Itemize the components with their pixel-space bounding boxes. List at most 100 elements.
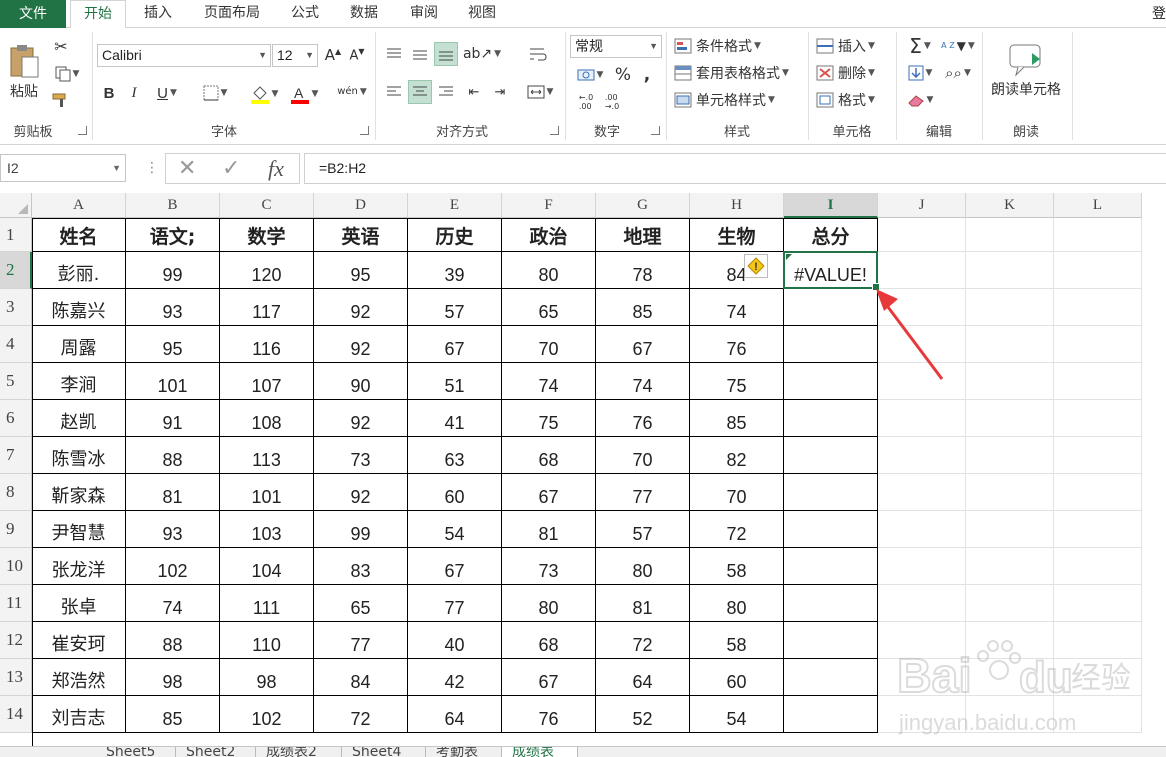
file-tab[interactable]: 文件 [0,0,66,28]
column-header-e[interactable]: E [408,193,502,218]
cell-b11[interactable]: 74 [126,585,220,622]
cell-l13[interactable] [1054,659,1142,696]
cell-j10[interactable] [878,548,966,585]
cell-l11[interactable] [1054,585,1142,622]
cancel-icon[interactable]: ✕ [178,156,196,181]
italic-button[interactable]: I [124,82,144,104]
tab-home[interactable]: 开始 [70,0,126,29]
cell-l6[interactable] [1054,400,1142,437]
cell-k1[interactable] [966,218,1054,252]
font-size-select[interactable]: 12 ▼ [272,44,318,67]
cell-j6[interactable] [878,400,966,437]
increase-indent-button[interactable]: ⇥ [488,80,512,104]
decrease-indent-button[interactable]: ⇤ [462,80,486,104]
read-cells-button[interactable]: 朗读单元格 [986,38,1066,104]
cell-g12[interactable]: 72 [596,622,690,659]
row-header-2[interactable]: 2 [0,252,32,289]
cell-i10[interactable] [784,548,878,585]
cell-d5[interactable]: 90 [314,363,408,400]
cell-j11[interactable] [878,585,966,622]
cell-k7[interactable] [966,437,1054,474]
cell-g9[interactable]: 57 [596,511,690,548]
autosum-button[interactable]: Σ ▼ [902,34,938,58]
cell-k4[interactable] [966,326,1054,363]
cell-l14[interactable] [1054,696,1142,733]
cell-c4[interactable]: 116 [220,326,314,363]
wrap-text-button[interactable] [526,42,550,66]
cell-e8[interactable]: 60 [408,474,502,511]
column-header-b[interactable]: B [126,193,220,218]
row-header-10[interactable]: 10 [0,548,32,585]
cell-f14[interactable]: 76 [502,696,596,733]
cell-c5[interactable]: 107 [220,363,314,400]
shrink-font-button[interactable]: A▼ [346,44,368,66]
cell-i9[interactable] [784,511,878,548]
borders-button[interactable]: ▼ [198,82,232,104]
cell-h8[interactable]: 70 [690,474,784,511]
cell-c8[interactable]: 101 [220,474,314,511]
cell-c14[interactable]: 102 [220,696,314,733]
cell-l12[interactable] [1054,622,1142,659]
cell-f5[interactable]: 74 [502,363,596,400]
cell-i14[interactable] [784,696,878,733]
cell-f13[interactable]: 67 [502,659,596,696]
header-cell[interactable]: 姓名 [32,218,126,252]
decrease-decimal-button[interactable]: .00 →.0 [600,90,624,114]
cell-e4[interactable]: 67 [408,326,502,363]
cell-e13[interactable]: 42 [408,659,502,696]
cell-b7[interactable]: 88 [126,437,220,474]
cell-i12[interactable] [784,622,878,659]
grow-font-button[interactable]: A▲ [322,44,344,66]
copy-button[interactable]: ▼ [50,64,84,84]
header-cell[interactable]: 语文; [126,218,220,252]
cell-d10[interactable]: 83 [314,548,408,585]
row-header-4[interactable]: 4 [0,326,32,363]
row-header-1[interactable]: 1 [0,218,32,252]
column-header-a[interactable]: A [32,193,126,218]
select-all-button[interactable] [0,193,32,218]
cell-i11[interactable] [784,585,878,622]
column-header-c[interactable]: C [220,193,314,218]
font-color-button[interactable]: A ▼ [286,82,322,106]
row-header-9[interactable]: 9 [0,511,32,548]
cell-d14[interactable]: 72 [314,696,408,733]
row-header-7[interactable]: 7 [0,437,32,474]
cell-d2[interactable]: 95 [314,252,408,289]
header-cell[interactable]: 地理 [596,218,690,252]
cell-b13[interactable]: 98 [126,659,220,696]
header-cell[interactable]: 政治 [502,218,596,252]
cell-g13[interactable]: 64 [596,659,690,696]
format-painter-button[interactable] [50,90,72,110]
column-header-g[interactable]: G [596,193,690,218]
cell-f7[interactable]: 68 [502,437,596,474]
cell-i13[interactable] [784,659,878,696]
cell-f8[interactable]: 67 [502,474,596,511]
header-cell[interactable]: 生物 [690,218,784,252]
cell-a4[interactable]: 周露 [32,326,126,363]
row-header-6[interactable]: 6 [0,400,32,437]
cell-g10[interactable]: 80 [596,548,690,585]
cell-b12[interactable]: 88 [126,622,220,659]
cell-k10[interactable] [966,548,1054,585]
header-cell[interactable]: 英语 [314,218,408,252]
cell-a11[interactable]: 张卓 [32,585,126,622]
number-launcher-icon[interactable] [651,126,660,135]
row-header-8[interactable]: 8 [0,474,32,511]
cell-g5[interactable]: 74 [596,363,690,400]
cell-h9[interactable]: 72 [690,511,784,548]
cell-h7[interactable]: 82 [690,437,784,474]
cell-j7[interactable] [878,437,966,474]
increase-decimal-button[interactable]: ←.0.00 [574,90,598,114]
bold-button[interactable]: B [99,82,119,104]
error-warning-button[interactable]: ! [744,254,768,278]
column-header-h[interactable]: H [690,193,784,218]
cell-b9[interactable]: 93 [126,511,220,548]
cell-j9[interactable] [878,511,966,548]
cell-f4[interactable]: 70 [502,326,596,363]
cell-f9[interactable]: 81 [502,511,596,548]
login-link[interactable]: 登 [1152,0,1166,28]
insert-function-icon[interactable]: fx [268,156,284,182]
cell-h6[interactable]: 85 [690,400,784,437]
cell-a9[interactable]: 尹智慧 [32,511,126,548]
column-header-d[interactable]: D [314,193,408,218]
